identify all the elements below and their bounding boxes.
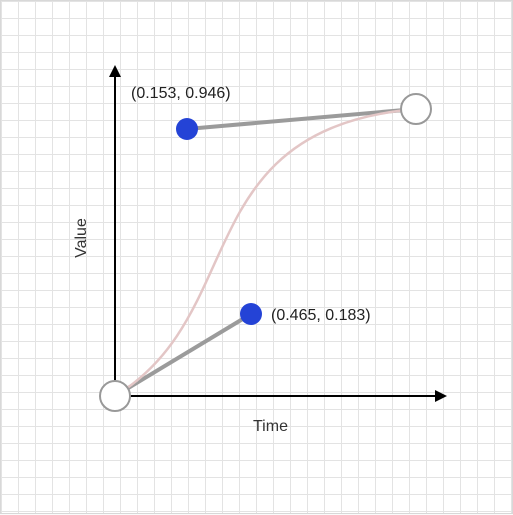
control-handle-1[interactable] bbox=[240, 303, 262, 325]
y-axis-label: Value bbox=[73, 218, 90, 258]
bezier-curve bbox=[115, 109, 416, 396]
control-handle-2[interactable] bbox=[176, 118, 198, 140]
plot-svg: (0.465, 0.183) (0.153, 0.946) Time Value bbox=[1, 1, 513, 515]
control-point-2-label: (0.153, 0.946) bbox=[131, 85, 231, 102]
endpoint-start bbox=[100, 381, 130, 411]
control-point-1-label: (0.465, 0.183) bbox=[271, 307, 371, 324]
x-axis-label: Time bbox=[253, 418, 288, 435]
bezier-editor-stage: (0.465, 0.183) (0.153, 0.946) Time Value bbox=[0, 0, 513, 514]
control-line-p3-p2 bbox=[187, 109, 416, 129]
endpoint-end bbox=[401, 94, 431, 124]
